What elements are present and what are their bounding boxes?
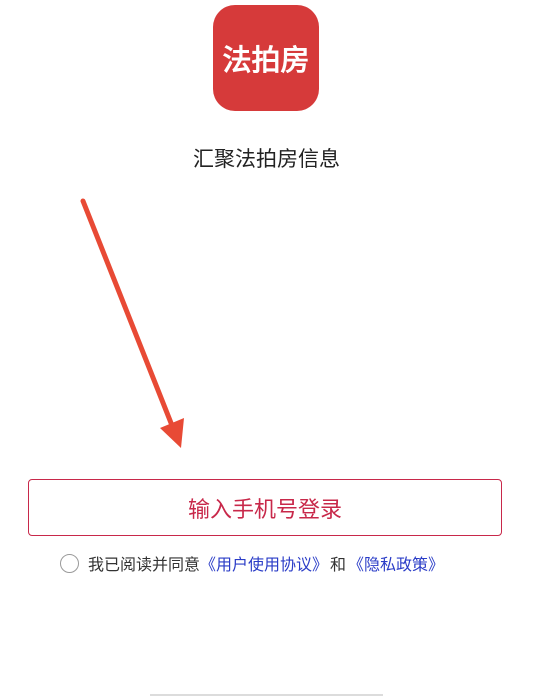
agreement-radio[interactable] (60, 553, 79, 573)
app-tagline: 汇聚法拍房信息 (193, 147, 340, 171)
agreement-prefix: 我已阅读并同意 (88, 555, 201, 574)
phone-login-button[interactable]: 输入手机号登录 (28, 479, 502, 536)
app-logo: 法拍房 (213, 5, 319, 111)
app-logo-text: 法拍房 (222, 43, 310, 77)
bottom-divider (150, 694, 383, 696)
agreement-row: 我已阅读并同意 《用户使用协议》 和 《隐私政策》 (60, 550, 444, 576)
privacy-policy-link[interactable]: 《隐私政策》 (348, 551, 444, 575)
user-agreement-link[interactable]: 《用户使用协议》 (200, 551, 328, 575)
agreement-and: 和 (330, 555, 347, 574)
login-screen: 法拍房 汇聚法拍房信息 输入手机号登录 我已阅读并同意 《用户使用协议》 和 《… (0, 0, 533, 697)
phone-login-button-label: 输入手机号登录 (187, 497, 342, 523)
